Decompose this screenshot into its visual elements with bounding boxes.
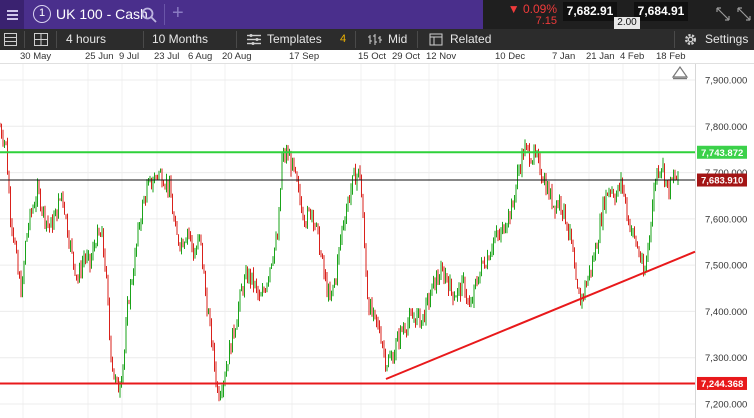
price-tick-label: 7,400.000 xyxy=(705,307,747,318)
templates-button[interactable]: Templates xyxy=(267,29,322,50)
interval-selector[interactable]: 4 hours xyxy=(66,29,106,50)
top-bar: 1 UK 100 - Cash + ▼ 0.09% 7.15 7,682.91 … xyxy=(0,0,754,29)
popout-icon[interactable] xyxy=(737,7,751,21)
date-tick-label: 30 May xyxy=(20,51,52,62)
expand-icon[interactable] xyxy=(716,7,730,21)
date-tick-label: 6 Aug xyxy=(188,51,213,62)
toolbar-divider xyxy=(236,31,237,48)
panel-toggle-icon[interactable] xyxy=(4,33,17,46)
date-tick-label: 18 Feb xyxy=(656,51,686,62)
related-button[interactable]: Related xyxy=(450,29,491,50)
range-selector[interactable]: 10 Months xyxy=(152,29,208,50)
gear-icon[interactable] xyxy=(684,33,697,46)
toolbar-divider xyxy=(355,31,356,48)
date-tick-label: 10 Dec xyxy=(495,51,526,62)
chart-toolbar: 4 hours 10 Months Templates 4 Mid Relate… xyxy=(0,29,754,50)
price-tick-label: 7,200.000 xyxy=(705,400,747,411)
hamburger-menu-icon[interactable] xyxy=(0,0,24,29)
current-price-label: 7,683.910 xyxy=(701,176,743,187)
related-icon[interactable] xyxy=(429,33,443,46)
search-icon[interactable] xyxy=(141,7,157,23)
scroll-up-arrow-icon[interactable] xyxy=(671,65,689,78)
buy-price-button[interactable]: 7,684.91 xyxy=(634,2,688,21)
price-type-selector[interactable]: Mid xyxy=(388,29,407,50)
divider xyxy=(164,4,165,25)
toolbar-divider xyxy=(56,31,57,48)
settings-button[interactable]: Settings xyxy=(705,29,748,50)
resistance-label: 7,743.872 xyxy=(701,148,743,159)
price-bars xyxy=(0,122,679,402)
date-tick-label: 23 Jul xyxy=(154,51,180,62)
price-tick-label: 7,900.000 xyxy=(705,76,747,87)
date-tick-label: 25 Jun xyxy=(85,51,114,62)
window-controls xyxy=(716,7,751,21)
tab-number-badge[interactable]: 1 xyxy=(33,5,51,23)
price-tick-label: 7,600.000 xyxy=(705,214,747,225)
date-tick-label: 9 Jul xyxy=(119,51,140,62)
templates-icon[interactable] xyxy=(247,34,261,45)
date-tick-label: 12 Nov xyxy=(426,51,457,62)
date-tick-label: 4 Feb xyxy=(620,51,645,62)
spread-value: 2.00 xyxy=(614,17,640,29)
support-label: 7,244.368 xyxy=(701,379,743,390)
price-chart[interactable]: 7,900.0007,800.0007,700.0007,600.0007,50… xyxy=(0,64,754,418)
price-tick-label: 7,300.000 xyxy=(705,353,747,364)
date-tick-label: 7 Jan xyxy=(552,51,576,62)
price-type-icon[interactable] xyxy=(368,33,382,46)
date-tick-label: 21 Jan xyxy=(586,51,615,62)
date-axis: 30 May 25 Jun 9 Jul 23 Jul 6 Aug 20 Aug 17 Sep… xyxy=(0,50,754,64)
date-tick-label: 20 Aug xyxy=(222,51,252,62)
instrument-name[interactable]: UK 100 - Cash xyxy=(56,6,148,22)
price-change: ▼ 0.09% 7.15 xyxy=(486,0,561,29)
templates-count-badge: 4 xyxy=(340,33,347,45)
toolbar-divider xyxy=(143,31,144,48)
price-tick-label: 7,800.000 xyxy=(705,122,747,133)
change-absolute: 7.15 xyxy=(535,15,557,27)
date-tick-label: 29 Oct xyxy=(392,51,420,62)
add-tab-button[interactable]: + xyxy=(172,2,184,25)
layout-grid-icon[interactable] xyxy=(34,33,48,46)
price-tick-label: 7,500.000 xyxy=(705,261,747,272)
date-tick-label: 15 Oct xyxy=(358,51,386,62)
toolbar-divider xyxy=(417,31,418,48)
toolbar-divider xyxy=(24,31,25,48)
sell-price-button[interactable]: 7,682.91 xyxy=(563,2,617,21)
chart-canvas[interactable]: 7,900.0007,800.0007,700.0007,600.0007,50… xyxy=(0,64,754,418)
change-percent: ▼ 0.09% xyxy=(507,2,557,16)
toolbar-divider xyxy=(674,31,675,48)
trend-line[interactable] xyxy=(385,250,696,380)
date-tick-label: 17 Sep xyxy=(289,51,320,62)
